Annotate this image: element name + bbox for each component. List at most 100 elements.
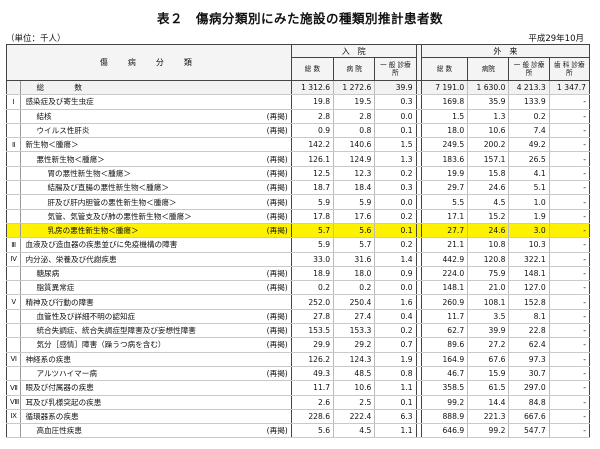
- cell-outpatient-total: 11.7: [421, 309, 469, 325]
- cell-outpatient-dental: -: [549, 380, 591, 396]
- cell-inpatient-clinic: 0.4: [374, 309, 417, 325]
- cell-outpatient-total: 21.1: [421, 237, 469, 253]
- cell-outpatient-hospital: 4.5: [467, 194, 510, 210]
- row-name-cell: 胃の悪性新生物＜腫瘍＞ (再掲): [20, 166, 292, 182]
- cell-outpatient-clinic: 7.4: [508, 123, 550, 139]
- cell-outpatient-dental: -: [549, 209, 591, 224]
- row-reprint-tag: (再掲): [266, 269, 288, 278]
- cell-outpatient-dental: -: [549, 137, 591, 153]
- cell-inpatient-hospital: 12.3: [333, 166, 376, 182]
- row-label: 高血圧性疾患: [36, 426, 82, 436]
- cell-outpatient-hospital: 221.3: [467, 409, 510, 425]
- cell-outpatient-hospital: 1 630.0: [467, 80, 510, 96]
- document-page: 表２ 傷病分類別にみた施設の種類別推計患者数 （単位：千人） 平成29年10月 …: [0, 0, 600, 449]
- cell-inpatient-clinic: 0.1: [374, 123, 417, 139]
- row-name-cell: 耳及び乳様突起の疾患: [20, 395, 292, 410]
- cell-inpatient-clinic: 0.2: [374, 166, 417, 182]
- row-label: 眼及び付属器の疾患: [25, 383, 94, 393]
- cell-inpatient-total: 17.8: [291, 209, 335, 224]
- cell-inpatient-clinic: 1.1: [374, 380, 417, 396]
- cell-outpatient-total: 888.9: [421, 409, 469, 425]
- row-label: 循環器系の疾患: [25, 411, 79, 421]
- row-label: 耳及び乳様突起の疾患: [25, 397, 102, 407]
- table-row: ウイルス性肝炎 (再掲) 0.9 0.8 0.1 18.0 10.6 7.4-: [5, 123, 591, 139]
- row-reprint-tag: (再掲): [266, 168, 288, 178]
- row-roman-numeral: Ⅳ: [5, 252, 22, 267]
- cell-outpatient-dental: -: [549, 352, 591, 367]
- table-body: 総 数1 312.6 1 272.6 39.9 7 191.0 1 630.0 4 213…: [5, 80, 591, 439]
- row-label: ウイルス性肝炎: [36, 126, 90, 136]
- cell-outpatient-dental: -: [549, 337, 591, 353]
- cell-inpatient-hospital: 29.2: [333, 337, 376, 353]
- row-roman-numeral: [5, 223, 22, 239]
- cell-inpatient-total: 126.1: [291, 151, 335, 167]
- row-name-cell: 感染症及び寄生虫症: [20, 94, 292, 110]
- row-reprint-tag: (再掲): [266, 126, 288, 136]
- cell-inpatient-hospital: 153.3: [333, 323, 376, 339]
- cell-inpatient-clinic: 6.3: [374, 409, 417, 425]
- cell-inpatient-hospital: 140.6: [333, 137, 376, 153]
- row-reprint-tag: (再掲): [266, 283, 288, 293]
- cell-inpatient-clinic: 1.5: [374, 137, 417, 153]
- cell-inpatient-total: 18.9: [291, 266, 335, 282]
- cell-outpatient-total: 1.5: [421, 109, 469, 124]
- cell-outpatient-hospital: 24.6: [467, 180, 510, 196]
- cell-inpatient-clinic: 1.6: [374, 294, 417, 310]
- row-name-cell: 血管性及び詳細不明の認知症 (再掲): [20, 309, 292, 325]
- inpatient-header: 入 院: [290, 44, 417, 58]
- row-reprint-tag: (再掲): [266, 226, 288, 236]
- cell-outpatient-hospital: 15.2: [467, 209, 510, 224]
- row-roman-numeral: Ⅰ: [5, 94, 22, 110]
- col-outpatient-dental: 歯 科 診療所: [548, 57, 591, 81]
- cell-inpatient-total: 5.6: [291, 423, 335, 439]
- row-roman-numeral: [5, 123, 22, 139]
- row-name-cell: 血液及び造血器の疾患並びに免疫機構の障害: [20, 237, 292, 253]
- row-name-cell: 脂質異常症 (再掲): [20, 280, 292, 296]
- table-row: 結腸及び直腸の悪性新生物＜腫瘍＞ (再掲) 18.7 18.4 0.3 29.7 24.6 5…: [5, 180, 591, 196]
- cell-outpatient-dental: -: [549, 237, 591, 253]
- table-row: アルツハイマー病 (再掲) 49.3 48.5 0.8 46.7 15.9 30.7-: [5, 366, 591, 382]
- row-reprint-tag: (再掲): [266, 111, 288, 121]
- cell-outpatient-hospital: 200.2: [467, 137, 510, 153]
- outpatient-header: 外 来: [420, 44, 591, 58]
- cell-outpatient-dental: -: [549, 94, 591, 110]
- table-row: Ⅱ 新生物＜腫瘍＞ 142.2 140.6 1.5 249.5 200.2 49.2-: [5, 137, 591, 153]
- cell-outpatient-dental: -: [549, 180, 591, 196]
- row-name-cell: 眼及び付属器の疾患: [20, 380, 292, 396]
- row-reprint-tag: (再掲): [266, 311, 288, 321]
- cell-outpatient-dental: -: [549, 123, 591, 139]
- table-row: 乳房の悪性新生物＜腫瘍＞ (再掲) 5.7 5.6 0.1 27.7 24.6 3.0-: [5, 223, 591, 239]
- cell-outpatient-clinic: 8.1: [508, 309, 550, 325]
- row-roman-numeral: [5, 80, 22, 96]
- cell-outpatient-clinic: 133.9: [508, 94, 550, 110]
- cell-outpatient-dental: -: [549, 223, 591, 239]
- cell-inpatient-clinic: 0.2: [374, 323, 417, 339]
- cell-outpatient-hospital: 75.9: [467, 266, 510, 282]
- document-title: 表２ 傷病分類別にみた施設の種類別推計患者数: [156, 11, 443, 26]
- row-reprint-tag: (再掲): [266, 197, 288, 207]
- cell-outpatient-clinic: 97.3: [508, 352, 550, 367]
- row-label: 肝及び肝内胆管の悪性新生物＜腫瘍＞: [47, 197, 177, 207]
- row-label: 新生物＜腫瘍＞: [25, 140, 79, 150]
- cell-inpatient-hospital: 250.4: [333, 294, 376, 310]
- row-roman-numeral: Ⅱ: [5, 137, 22, 153]
- cell-outpatient-dental: -: [549, 294, 591, 310]
- cell-inpatient-hospital: 18.0: [333, 266, 376, 282]
- row-reprint-tag: (再掲): [266, 369, 288, 379]
- row-name-cell: 結核 (再掲): [20, 109, 292, 124]
- row-label: 糖尿病: [36, 269, 60, 278]
- row-label: 感染症及び寄生虫症: [25, 97, 94, 107]
- cell-outpatient-clinic: 152.8: [508, 294, 550, 310]
- table-row: 高血圧性疾患 (再掲) 5.6 4.5 1.1 646.9 99.2 547.7-: [5, 423, 591, 439]
- table-row: 気管、気管支及び肺の悪性新生物＜腫瘍＞ (再掲) 17.8 17.6 0.2 17.1 15…: [5, 209, 591, 224]
- col-inpatient-hospital: 病 院: [333, 57, 376, 81]
- cell-inpatient-hospital: 2.5: [333, 395, 376, 410]
- cell-outpatient-dental: -: [549, 280, 591, 296]
- cell-inpatient-total: 153.5: [291, 323, 335, 339]
- cell-inpatient-clinic: 0.1: [374, 395, 417, 410]
- cell-outpatient-dental: -: [549, 409, 591, 425]
- row-roman-numeral: [5, 109, 22, 124]
- cell-inpatient-total: 27.8: [291, 309, 335, 325]
- table-row: 悪性新生物＜腫瘍＞ (再掲) 126.1 124.9 1.3 183.6 157.1 26.5…: [5, 151, 591, 167]
- col-outpatient-clinic: 一 般 診療所: [508, 57, 550, 81]
